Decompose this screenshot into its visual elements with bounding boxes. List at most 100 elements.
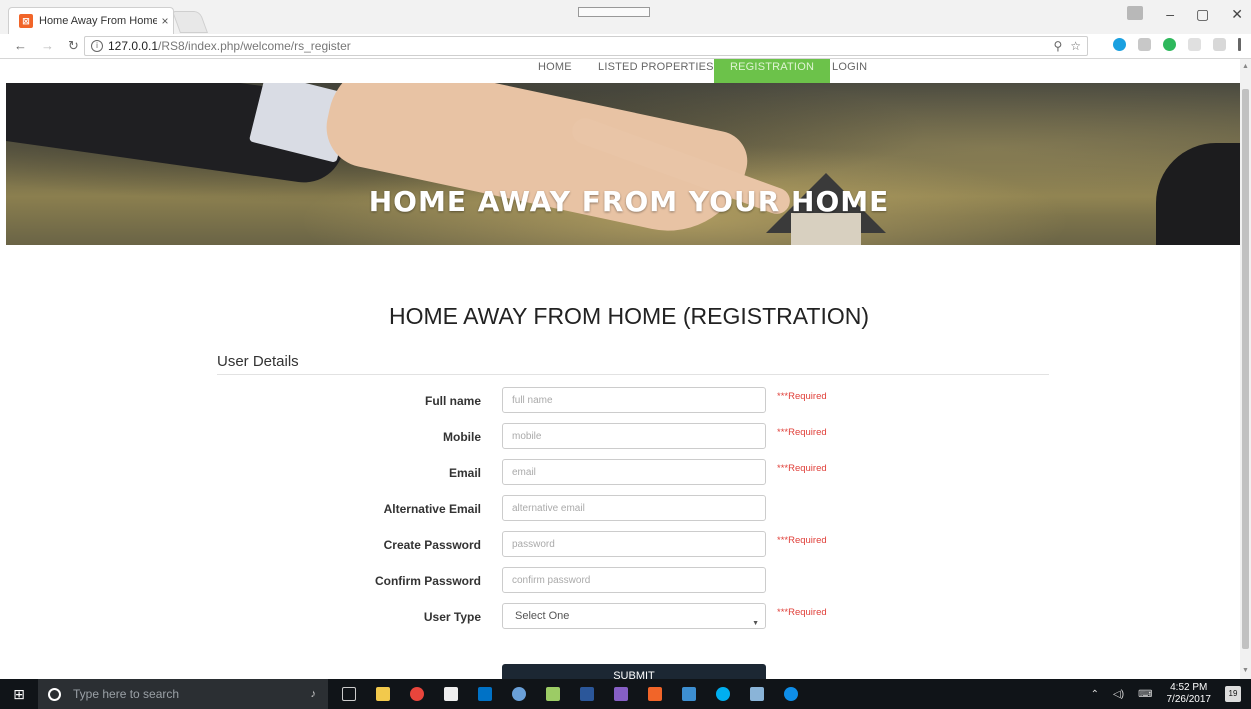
tools-icon[interactable] [546,687,560,701]
user-type-select[interactable]: Select One ▼ [502,603,766,629]
confirm-password-label: Confirm Password [374,574,481,588]
menu-dots-icon[interactable] [1238,38,1241,51]
microphone-icon[interactable]: ♪ [311,688,317,700]
hero-title: HOME AWAY FROM YOUR HOME [368,185,890,218]
taskbar-search[interactable]: Type here to search ♪ [38,679,328,709]
profile-icon[interactable] [1127,6,1143,20]
maximize-button[interactable]: ▢ [1196,6,1209,23]
minimize-button[interactable]: – [1166,6,1174,23]
email-input[interactable] [502,459,766,485]
close-button[interactable]: ✕ [1231,6,1243,23]
password-input[interactable] [502,531,766,557]
chrome-icon[interactable] [410,687,424,701]
address-toolbar: ← → ↻ i 127.0.0.1/RS8/index.php/welcome/… [0,34,1251,59]
hero-banner [6,83,1240,245]
form-row-user-type: User Type Select One ▼ ***Required [6,603,1240,631]
alt-email-input[interactable] [502,495,766,521]
mobile-input[interactable] [502,423,766,449]
volume-icon[interactable]: ◁) [1113,689,1124,700]
editor-icon[interactable] [682,687,696,701]
url-path: /RS8/index.php/welcome/rs_register [158,39,351,53]
nav-buttons: ← → ↻ [0,38,84,54]
nav-login[interactable]: LOGIN [832,59,867,83]
new-tab-button[interactable] [171,11,209,33]
skype-extension-icon[interactable] [1113,38,1126,51]
form-row-password: Create Password ***Required [6,531,1240,559]
chevron-up-icon[interactable]: ⌃ [1091,689,1099,700]
page-scrollbar[interactable]: ▲ ▼ [1240,59,1251,679]
browser-tab-bar: ⊠ Home Away From Home × – ▢ ✕ [0,0,1251,34]
taskbar: ⊞ Type here to search ♪ ⌃ ◁) ⌨ 4:52 PM 7… [0,679,1251,709]
nav-home[interactable]: HOME [538,59,572,83]
page-content: HOME LISTED PROPERTIES REGISTRATION LOGI… [6,59,1240,679]
email-label: Email [448,466,481,480]
required-note: ***Required [777,427,827,438]
submit-button[interactable]: SUBMIT [502,664,766,679]
section-heading: User Details [217,353,1049,375]
system-tray: ⌃ ◁) ⌨ 4:52 PM 7/26/2017 19 [1091,679,1241,709]
chevron-down-icon: ▼ [752,620,759,627]
rss-extension-icon[interactable] [1188,38,1201,51]
outlook-icon[interactable] [478,687,492,701]
forward-arrow-icon[interactable]: → [41,38,54,54]
taskbar-apps [328,687,798,701]
clock[interactable]: 4:52 PM 7/26/2017 [1167,682,1212,706]
gray-extension-icon[interactable] [1213,38,1226,51]
zoom-icon[interactable]: ⚲ [1053,39,1062,53]
required-note: ***Required [777,391,827,402]
cortana-icon [48,687,61,701]
cloud-extension-icon[interactable] [1138,38,1151,51]
reload-icon[interactable]: ↻ [68,38,79,54]
required-note: ***Required [777,535,827,546]
fullname-label: Full name [424,394,481,408]
store-icon[interactable] [444,687,458,701]
required-note: ***Required [777,463,827,474]
window-caption-indicator [578,7,650,17]
nav-listed-properties[interactable]: LISTED PROPERTIES [598,59,714,83]
clock-time: 4:52 PM [1170,682,1208,693]
user-type-label: User Type [423,610,481,624]
clock-date: 7/26/2017 [1166,694,1212,705]
green-extension-icon[interactable] [1163,38,1176,51]
form-row-fullname: Full name ***Required [6,387,1240,415]
app-icon[interactable] [512,687,526,701]
tab-close-icon[interactable]: × [157,14,173,28]
xampp-icon: ⊠ [19,14,33,28]
tab-title: Home Away From Home [39,15,157,27]
visual-studio-icon[interactable] [614,687,628,701]
back-arrow-icon[interactable]: ← [14,38,27,54]
scroll-up-icon[interactable]: ▲ [1242,63,1249,70]
form-row-email: Email ***Required [6,459,1240,487]
bookmark-star-icon[interactable]: ☆ [1070,39,1081,53]
task-view-icon[interactable] [342,687,356,701]
search-placeholder: Type here to search [73,687,180,701]
xampp-taskbar-icon[interactable] [648,687,662,701]
keyboard-icon[interactable]: ⌨ [1138,689,1152,700]
window-controls: – ▢ ✕ [1166,6,1243,23]
file-explorer-icon[interactable] [376,687,390,701]
scroll-down-icon[interactable]: ▼ [1242,667,1249,674]
teamviewer-icon[interactable] [784,687,798,701]
notification-icon[interactable]: 19 [1225,686,1241,702]
info-icon[interactable]: i [91,40,103,52]
page-title: HOME AWAY FROM HOME (REGISTRATION) [388,303,870,329]
required-note: ***Required [777,607,827,618]
browser-tab[interactable]: ⊠ Home Away From Home × [8,7,174,34]
windows-start-icon[interactable]: ⊞ [0,679,38,709]
nav-registration[interactable]: REGISTRATION [714,59,831,83]
url-input[interactable]: i 127.0.0.1/RS8/index.php/welcome/rs_reg… [84,36,1088,56]
extension-icons [1113,38,1241,51]
omnibox-actions: ⚲ ☆ [1053,39,1081,53]
skype-icon[interactable] [716,687,730,701]
scroll-thumb[interactable] [1242,89,1249,649]
word-icon[interactable] [580,687,594,701]
alt-email-label: Alternative Email [383,502,481,516]
notepad-icon[interactable] [750,687,764,701]
confirm-password-input[interactable] [502,567,766,593]
url-host: 127.0.0.1 [108,39,159,53]
user-type-value: Select One [515,610,570,622]
form-row-confirm-password: Confirm Password [6,567,1240,595]
fullname-input[interactable] [502,387,766,413]
form-row-alt-email: Alternative Email [6,495,1240,523]
site-nav: HOME LISTED PROPERTIES REGISTRATION LOGI… [6,59,1240,83]
